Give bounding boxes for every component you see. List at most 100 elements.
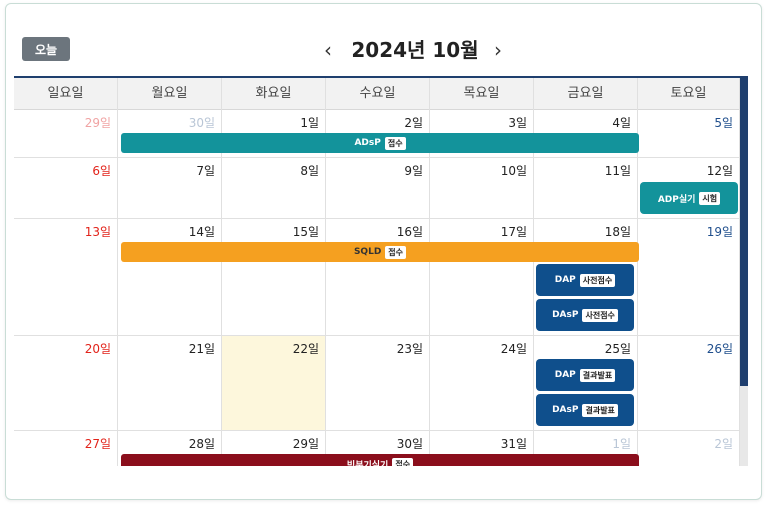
day-cell[interactable]: 7일 xyxy=(118,158,222,218)
event-dasp-pre-score[interactable]: DAsP 사전점수 xyxy=(536,299,634,331)
calendar-grid: 일요일 월요일 화요일 수요일 목요일 금요일 토요일 29일 30일 1일 2… xyxy=(14,76,748,466)
weekday-wed: 수요일 xyxy=(326,78,430,110)
event-adp-exam[interactable]: ADP실기 시험 xyxy=(640,182,738,214)
day-number: 8일 xyxy=(300,164,319,178)
day-cell[interactable]: 8일 xyxy=(222,158,326,218)
today-button[interactable]: 오늘 xyxy=(22,37,70,61)
day-number: 31일 xyxy=(500,437,527,451)
day-number: 2일 xyxy=(404,116,423,130)
day-number: 1일 xyxy=(300,116,319,130)
event-title: SQLD xyxy=(353,247,382,257)
event-dap-pre-score[interactable]: DAP 사전점수 xyxy=(536,264,634,296)
weekday-thu: 목요일 xyxy=(430,78,534,110)
day-number: 5일 xyxy=(714,116,733,130)
event-dasp-result[interactable]: DAsP 결과발표 xyxy=(536,394,634,426)
weekday-sun: 일요일 xyxy=(14,78,118,110)
event-dap-result[interactable]: DAP 결과발표 xyxy=(536,359,634,391)
day-number: 18일 xyxy=(604,225,631,239)
day-cell[interactable]: 17일 xyxy=(430,219,534,335)
day-cell[interactable]: 26일 xyxy=(638,336,740,430)
day-number: 6일 xyxy=(92,164,111,178)
day-cell[interactable]: 23일 xyxy=(326,336,430,430)
day-number: 10일 xyxy=(500,164,527,178)
day-number: 30일 xyxy=(396,437,423,451)
event-tag: 접수 xyxy=(385,245,407,259)
event-title: DAsP xyxy=(552,405,579,415)
event-sqld-registration[interactable]: SQLD 접수 xyxy=(121,242,639,262)
event-adsp-registration[interactable]: ADsP 접수 xyxy=(121,133,639,153)
day-number: 13일 xyxy=(84,225,111,239)
day-cell[interactable]: 14일 xyxy=(118,219,222,335)
day-cell[interactable]: 10일 xyxy=(430,158,534,218)
event-title: DAsP xyxy=(552,310,579,320)
day-number: 14일 xyxy=(188,225,215,239)
day-number: 16일 xyxy=(396,225,423,239)
weekday-fri: 금요일 xyxy=(534,78,638,110)
day-cell-today[interactable]: 22일 xyxy=(222,336,326,430)
day-cell[interactable]: 2일 xyxy=(638,431,740,466)
week-row: 13일 14일 15일 16일 17일 18일 19일 SQLD 접수 DAP … xyxy=(14,219,740,336)
event-title: DAP xyxy=(554,275,576,285)
day-cell[interactable]: 9일 xyxy=(326,158,430,218)
event-tag: 시험 xyxy=(699,191,721,205)
event-tag: 접수 xyxy=(392,457,414,466)
event-title: ADsP xyxy=(354,138,381,148)
weekday-mon: 월요일 xyxy=(118,78,222,110)
day-number: 26일 xyxy=(706,342,733,356)
weekday-sat: 토요일 xyxy=(638,78,740,110)
day-cell[interactable]: 5일 xyxy=(638,110,740,157)
day-number: 29일 xyxy=(84,116,111,130)
day-number: 21일 xyxy=(188,342,215,356)
day-number: 20일 xyxy=(84,342,111,356)
day-cell[interactable]: 29일 xyxy=(14,110,118,157)
week-row: 6일 7일 8일 9일 10일 11일 12일 ADP실기 시험 xyxy=(14,158,740,219)
day-number: 11일 xyxy=(604,164,631,178)
day-cell[interactable]: 24일 xyxy=(430,336,534,430)
week-row: 27일 28일 29일 30일 31일 1일 2일 빅분기실기 접수 xyxy=(14,431,740,466)
prev-month-icon[interactable]: ‹ xyxy=(318,38,338,62)
event-bigdata-registration[interactable]: 빅분기실기 접수 xyxy=(121,454,639,466)
event-tag: 사전점수 xyxy=(579,273,616,287)
day-cell[interactable]: 13일 xyxy=(14,219,118,335)
day-number: 15일 xyxy=(292,225,319,239)
event-tag: 결과발표 xyxy=(579,368,616,382)
day-number: 28일 xyxy=(188,437,215,451)
day-number: 23일 xyxy=(396,342,423,356)
day-cell[interactable]: 21일 xyxy=(118,336,222,430)
event-title: DAP xyxy=(554,370,576,380)
day-number: 7일 xyxy=(196,164,215,178)
weekday-header: 일요일 월요일 화요일 수요일 목요일 금요일 토요일 xyxy=(14,78,740,110)
day-number: 3일 xyxy=(508,116,527,130)
day-number: 17일 xyxy=(500,225,527,239)
day-cell[interactable]: 15일 xyxy=(222,219,326,335)
week-row: 20일 21일 22일 23일 24일 25일 26일 DAP 결과발표 DAs… xyxy=(14,336,740,431)
scrollbar-thumb[interactable] xyxy=(740,76,748,386)
day-cell[interactable]: 20일 xyxy=(14,336,118,430)
day-cell[interactable]: 19일 xyxy=(638,219,740,335)
day-number: 12일 xyxy=(706,164,733,178)
day-number: 29일 xyxy=(292,437,319,451)
day-cell[interactable]: 16일 xyxy=(326,219,430,335)
day-number: 30일 xyxy=(188,116,215,130)
event-title: ADP실기 xyxy=(657,194,696,205)
event-title: 빅분기실기 xyxy=(346,460,389,467)
day-number: 24일 xyxy=(500,342,527,356)
day-cell[interactable]: 6일 xyxy=(14,158,118,218)
week-row: 29일 30일 1일 2일 3일 4일 5일 ADsP 접수 xyxy=(14,110,740,158)
day-number: 19일 xyxy=(706,225,733,239)
event-tag: 결과발표 xyxy=(582,403,618,417)
day-number: 9일 xyxy=(404,164,423,178)
day-number: 1일 xyxy=(612,437,631,451)
day-number: 4일 xyxy=(612,116,631,130)
month-title: 2024년 10월 xyxy=(351,38,479,62)
event-tag: 접수 xyxy=(384,136,406,150)
event-tag: 사전점수 xyxy=(582,308,618,322)
day-number: 25일 xyxy=(604,342,631,356)
day-cell[interactable]: 27일 xyxy=(14,431,118,466)
day-cell[interactable]: 11일 xyxy=(534,158,638,218)
weekday-tue: 화요일 xyxy=(222,78,326,110)
next-month-icon[interactable]: › xyxy=(488,38,508,62)
day-number: 27일 xyxy=(84,437,111,451)
day-number: 22일 xyxy=(292,342,319,356)
day-number: 2일 xyxy=(714,437,733,451)
